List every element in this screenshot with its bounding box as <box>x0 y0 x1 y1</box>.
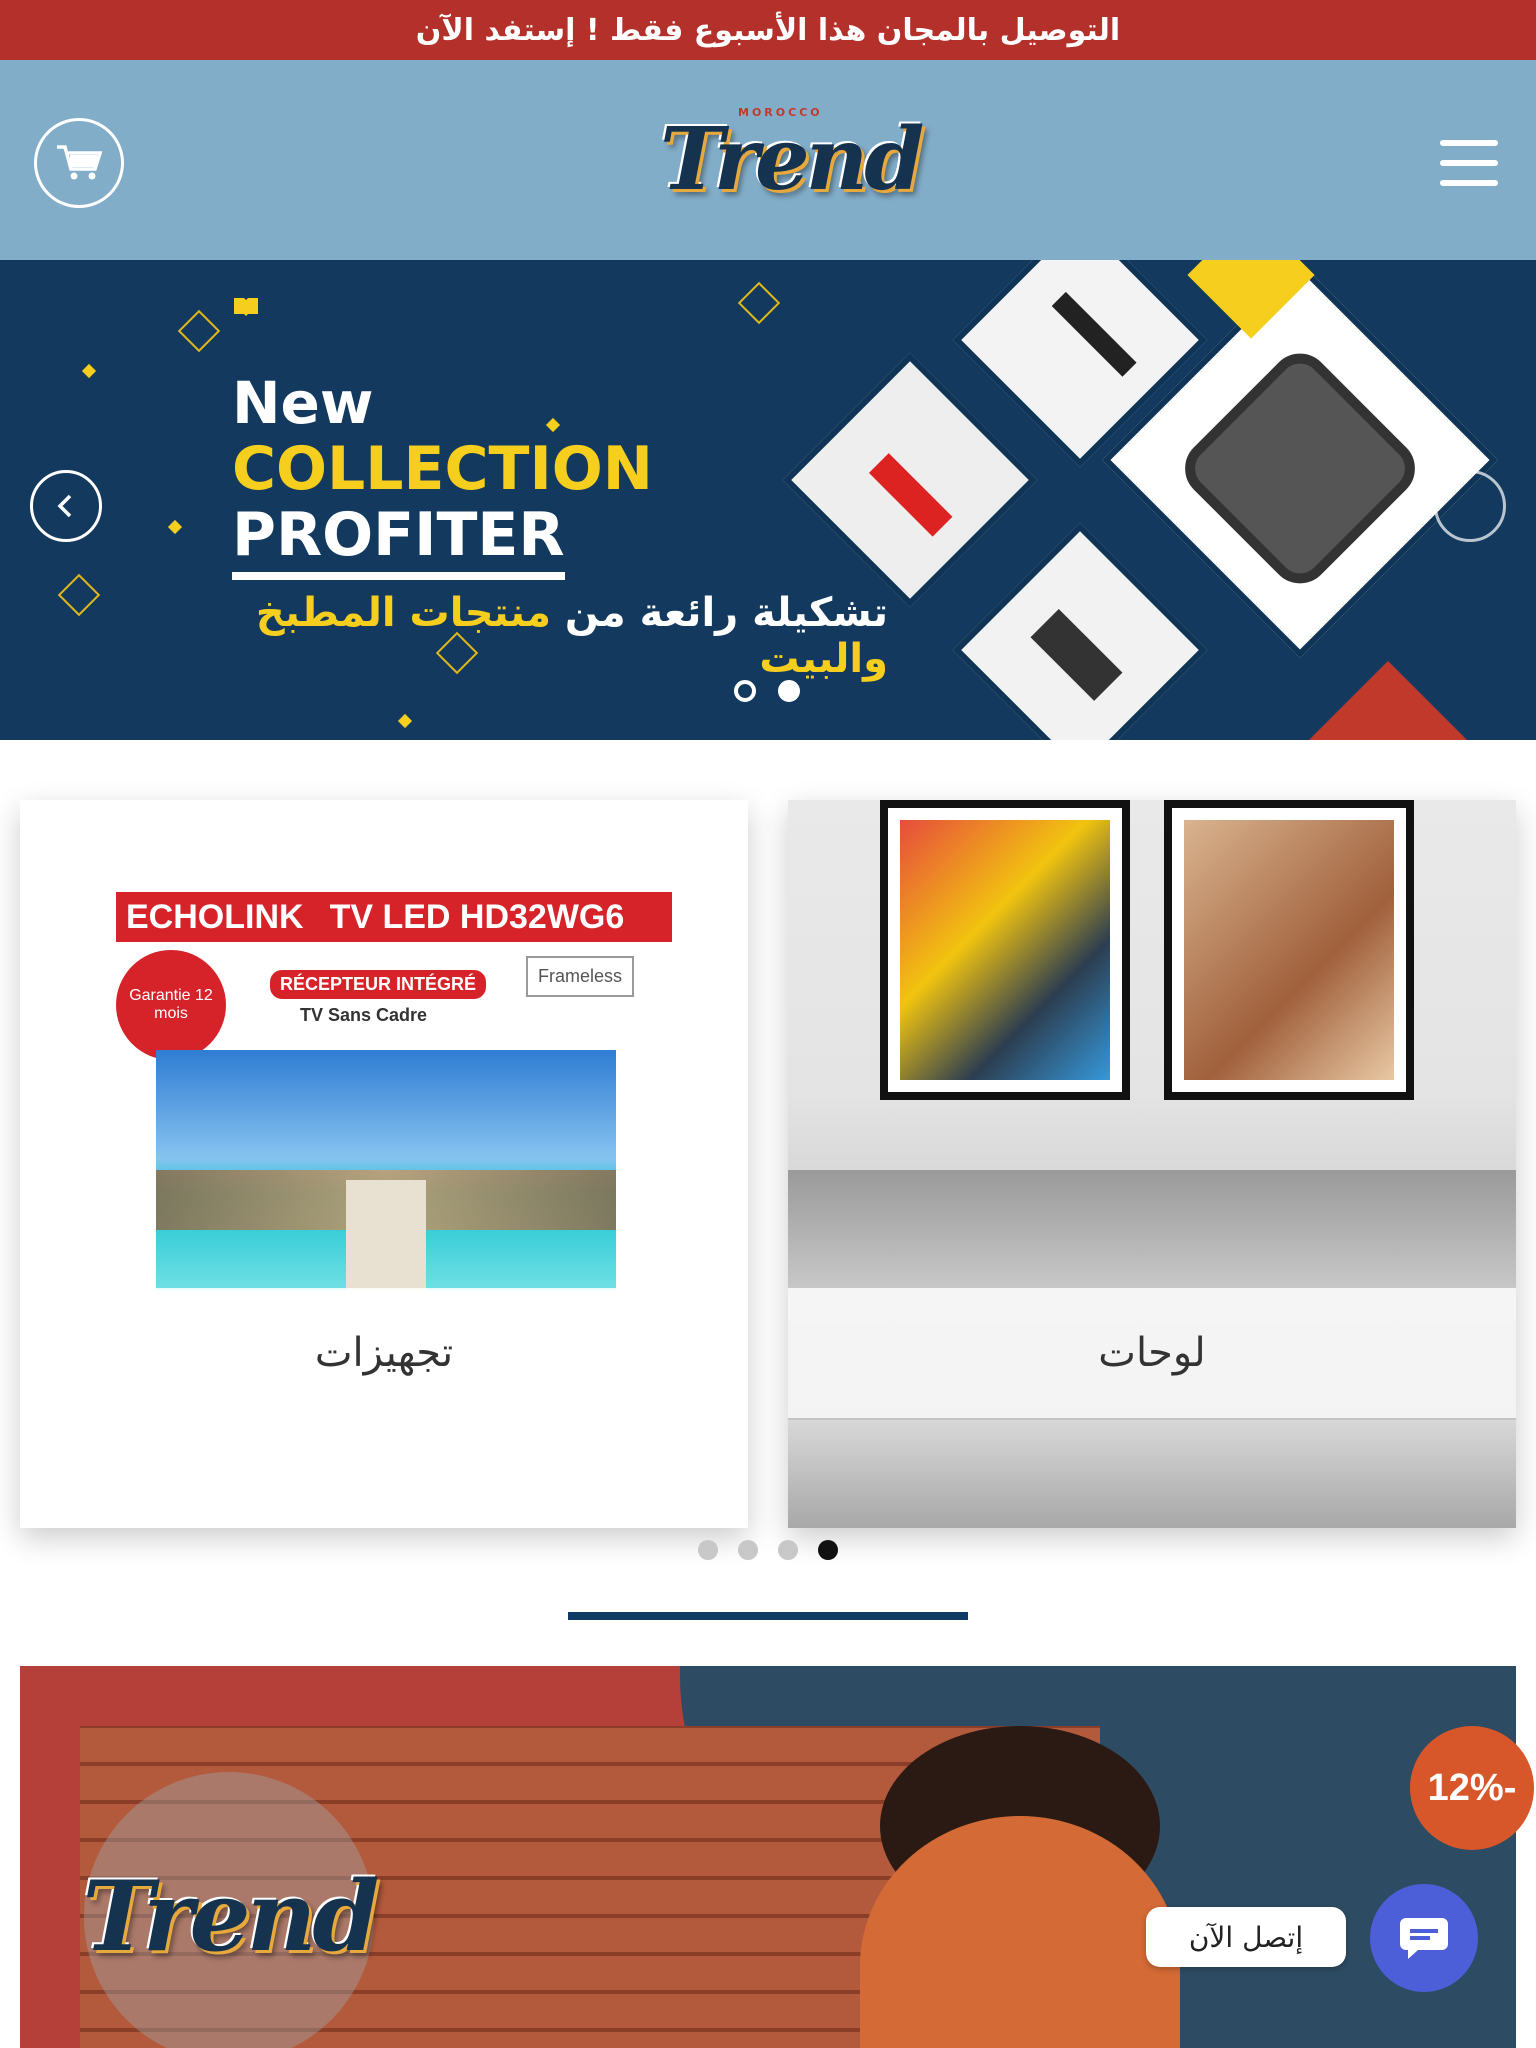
decor-dot <box>167 519 183 535</box>
contact-label[interactable]: إتصل الآن <box>1146 1907 1346 1967</box>
announcement-bar: التوصيل بالمجان هذا الأسبوع فقط ! إستفد … <box>0 0 1536 60</box>
category-pager <box>698 1540 838 1560</box>
contact-button[interactable] <box>1370 1884 1478 1992</box>
decor-red-tile <box>1289 661 1487 740</box>
bed-image <box>788 1170 1516 1290</box>
frameless-tag: Frameless <box>526 956 635 997</box>
hero-arabic-tagline: تشكيلة رائعة من منتجات المطبخ والبيت <box>228 590 888 682</box>
bedding-image <box>788 1420 1516 1528</box>
section-divider <box>568 1612 968 1620</box>
menu-button[interactable] <box>1440 140 1498 186</box>
tv-subtitle: TV Sans Cadre <box>300 1005 428 1025</box>
chat-icon <box>1400 1918 1448 1959</box>
slider-prev-button[interactable] <box>30 470 102 542</box>
category-card-equipment[interactable]: ECHOLINK TV LED HD32WG6 Garantie 12 mois… <box>20 800 748 1528</box>
hamburger-icon-bar <box>1440 160 1498 166</box>
pager-dot[interactable] <box>738 1540 758 1560</box>
cart-icon <box>57 145 103 180</box>
logo-subtext: MOROCCO <box>738 106 823 119</box>
tv-screen-image <box>156 1050 616 1290</box>
promo-banner[interactable]: Trend <box>20 1666 1516 2048</box>
hamburger-icon <box>1440 140 1498 146</box>
site-header: Trend MOROCCO <box>0 60 1536 260</box>
slider-dot-active[interactable] <box>778 680 800 702</box>
category-card-paintings[interactable]: لوحات <box>788 800 1516 1528</box>
hero-tagline-part1: تشكيلة رائعة من <box>550 590 888 636</box>
hero-line-profiter: PROFITER <box>232 502 565 580</box>
pager-dot[interactable] <box>778 1540 798 1560</box>
tv-feature-text: RÉCEPTEUR INTÉGRÉ TV Sans Cadre <box>270 970 487 1026</box>
category-label-paintings[interactable]: لوحات <box>788 1288 1516 1418</box>
warranty-badge: Garantie 12 mois <box>116 950 226 1060</box>
decor-diamond <box>57 573 101 617</box>
decor-dot <box>81 363 97 379</box>
hero-line-new: New <box>232 369 374 437</box>
tv-feature: RÉCEPTEUR INTÉGRÉ <box>270 970 487 999</box>
pager-dot[interactable] <box>698 1540 718 1560</box>
hamburger-icon-bar <box>1440 180 1498 186</box>
decor-diamond <box>737 281 781 325</box>
tv-model: TV LED HD32WG6 <box>329 897 625 936</box>
tv-brand-banner: ECHOLINK TV LED HD32WG6 <box>116 892 672 942</box>
chevron-left-icon <box>57 494 72 518</box>
decor-dot <box>397 713 413 729</box>
promo-logo: Trend <box>82 1772 380 2048</box>
book-icon <box>234 298 258 316</box>
cart-button[interactable] <box>34 118 124 208</box>
hero-slider[interactable]: New COLLECTION PROFITER تشكيلة رائعة من … <box>0 260 1536 740</box>
product-tile-slicer <box>952 522 1208 740</box>
hero-heading: New COLLECTION PROFITER <box>232 370 653 580</box>
promo-logo-wordmark: Trend <box>82 1860 379 1973</box>
pager-dot-active[interactable] <box>818 1540 838 1560</box>
decor-diamond <box>177 309 221 353</box>
site-logo[interactable]: Trend MOROCCO <box>660 100 924 220</box>
painting-frame <box>1164 800 1414 1100</box>
painting-frame <box>880 800 1130 1100</box>
category-label-equipment[interactable]: تجهيزات <box>20 1288 748 1418</box>
discount-badge: 12%- <box>1410 1726 1534 1850</box>
slider-next-button[interactable] <box>1434 470 1506 542</box>
announcement-text: التوصيل بالمجان هذا الأسبوع فقط ! إستفد … <box>415 12 1121 48</box>
slider-dot[interactable] <box>734 680 756 702</box>
product-tile-mop <box>782 352 1038 608</box>
hero-line-collection: COLLECTION <box>232 434 653 504</box>
hero-slider-dots <box>734 680 800 702</box>
tv-brand: ECHOLINK <box>126 897 304 936</box>
category-carousel: ECHOLINK TV LED HD32WG6 Garantie 12 mois… <box>0 740 1536 1568</box>
